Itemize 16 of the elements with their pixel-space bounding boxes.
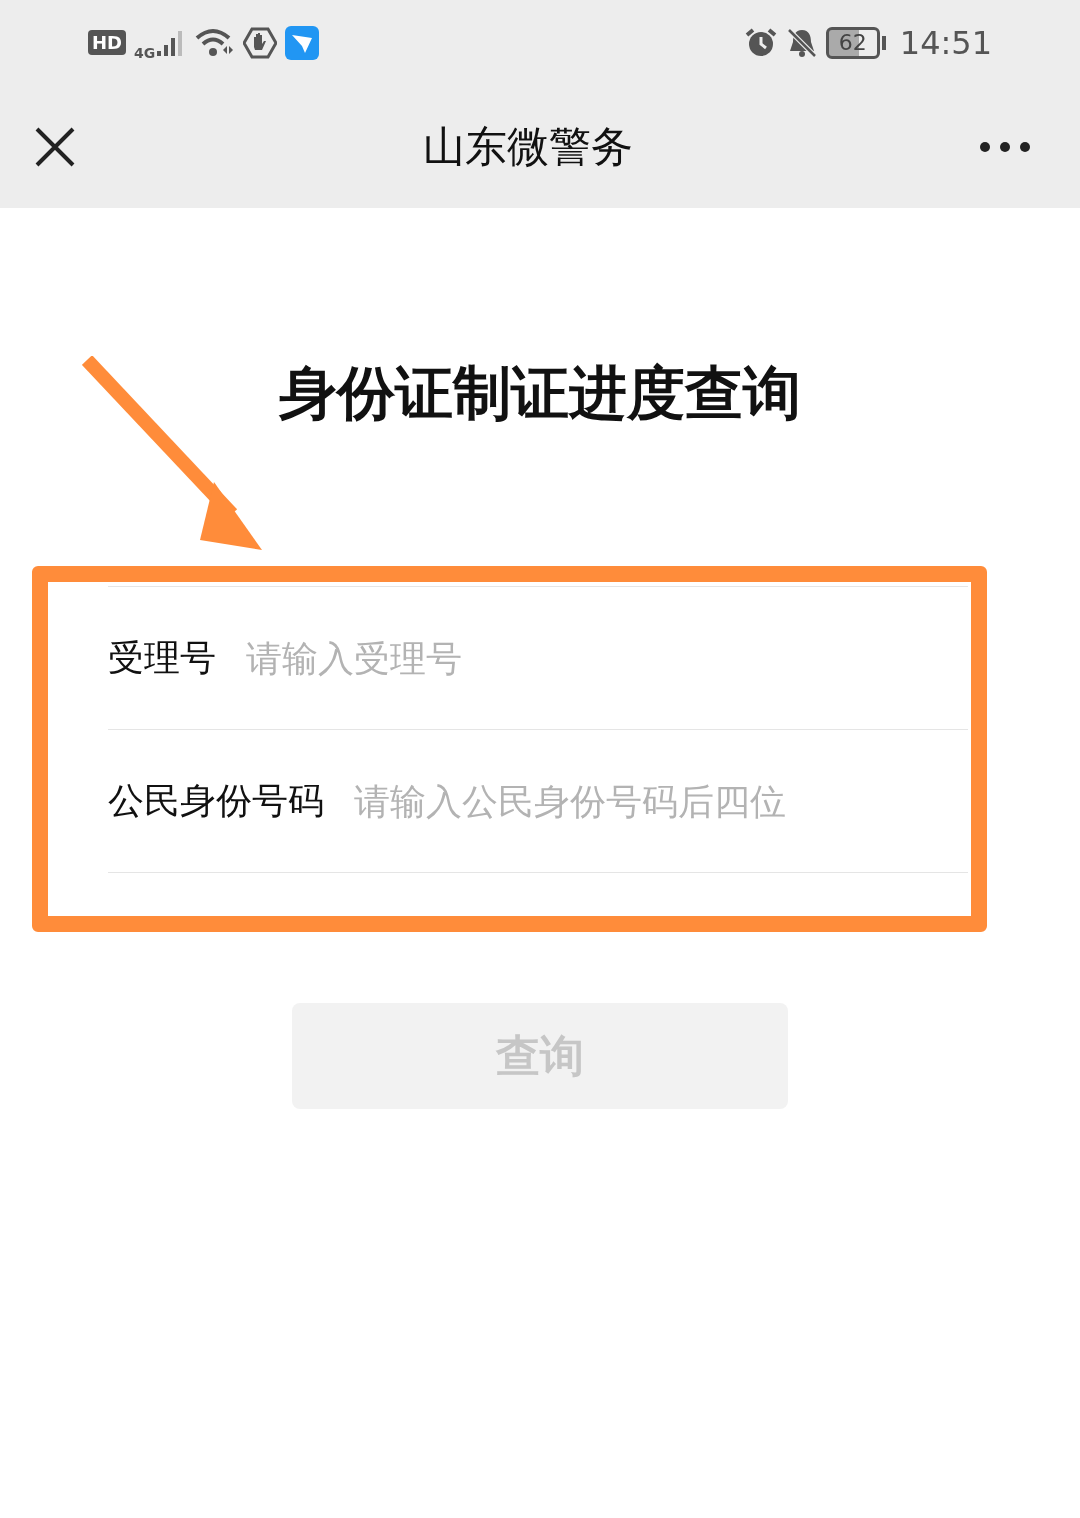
form-heading: 身份证制证进度查询 bbox=[278, 358, 802, 428]
hand-icon bbox=[243, 26, 278, 59]
close-icon[interactable] bbox=[35, 126, 75, 167]
input-field[interactable]: 请输入公民身份号码后四位 bbox=[354, 780, 968, 822]
hd-badge: HD bbox=[88, 30, 126, 55]
status-time: 14:51 bbox=[899, 23, 992, 62]
page-title: 山东微警务 bbox=[422, 120, 633, 173]
input-field[interactable]: 请输入受理号 bbox=[246, 637, 968, 679]
network-type: 4G bbox=[134, 44, 156, 61]
field-label: 公民身份号码 bbox=[108, 778, 324, 823]
muted-bell-icon bbox=[785, 26, 818, 59]
wifi-icon bbox=[195, 27, 236, 58]
app-icon bbox=[285, 25, 320, 60]
more-icon[interactable] bbox=[980, 140, 1030, 153]
field-label: 受理号 bbox=[108, 635, 216, 680]
alarm-icon bbox=[743, 26, 778, 59]
